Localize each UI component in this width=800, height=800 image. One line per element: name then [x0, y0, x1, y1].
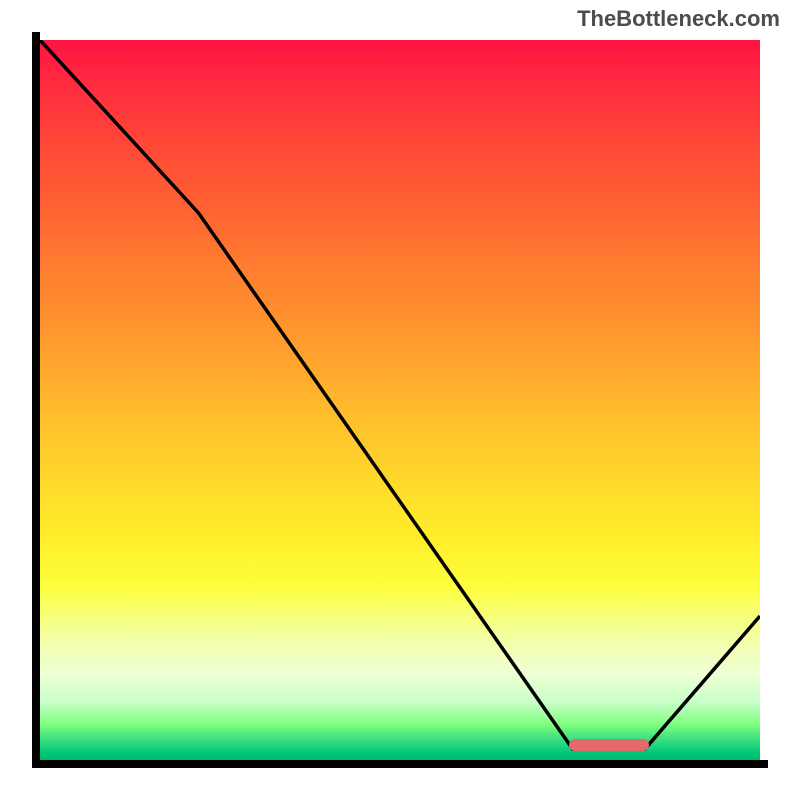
- bottleneck-chart: TheBottleneck.com: [0, 0, 800, 800]
- x-axis: [40, 760, 768, 768]
- curve-path: [40, 40, 760, 749]
- y-axis: [32, 32, 40, 768]
- chart-curve: [40, 40, 760, 760]
- attribution-text: TheBottleneck.com: [577, 6, 780, 32]
- optimal-range-marker: [569, 739, 649, 751]
